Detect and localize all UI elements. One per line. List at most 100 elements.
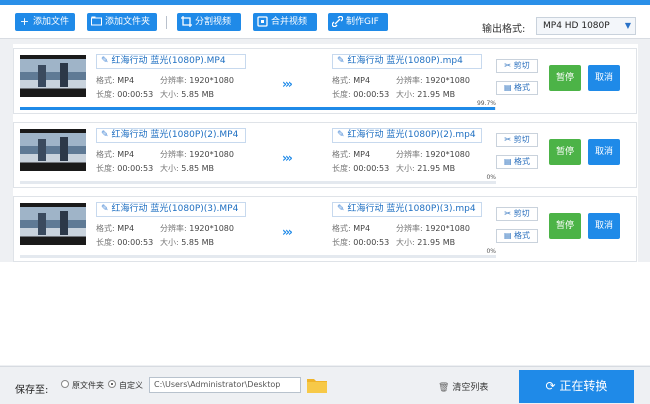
empty-list-area [0,262,650,365]
source-resolution: 分辨率: 1920*1080 [160,150,234,159]
source-filename[interactable]: ✎ 红海行动 蓝光(1080P)(3).MP4 [96,202,246,217]
video-thumbnail [20,55,86,97]
task-row: ✎ 红海行动 蓝光(1080P)(3).MP4 格式: MP4 分辨率: 1920… [13,196,637,262]
add-file-label: 添加文件 [33,17,70,27]
pause-button[interactable]: 暂停 [549,139,581,165]
pencil-icon: ✎ [101,130,109,140]
output-resolution: 分辨率: 1920*1080 [396,224,470,233]
video-thumbnail [20,203,86,245]
convert-arrow-icon: ››› [282,151,293,165]
output-duration: 长度: 00:00:53 [332,238,390,247]
pencil-icon: ✎ [101,56,109,66]
convert-button[interactable]: ⟳ 正在转换 [519,370,634,403]
refresh-icon: ⟳ [545,379,560,393]
output-filename[interactable]: ✎ 红海行动 蓝光(1080P)(2).mp4 [332,128,482,143]
cut-button[interactable]: ✂ 剪切 [496,59,538,73]
convert-arrow-icon: ››› [282,225,293,239]
open-folder-icon[interactable] [307,377,327,393]
output-filename[interactable]: ✎ 红海行动 蓝光(1080P)(3).mp4 [332,202,482,217]
custom-folder-radio[interactable] [108,380,116,388]
progress-percent: 99.7% [476,100,496,107]
cut-button[interactable]: ✂ 剪切 [496,133,538,147]
output-duration: 长度: 00:00:53 [332,90,390,99]
scissors-icon: ✂ [504,61,512,70]
add-folder-label: 添加文件夹 [105,17,151,27]
output-duration: 长度: 00:00:53 [332,164,390,173]
bottom-bar: 保存至: 原文件夹 自定义 C:\Users\Administrator\Des… [0,366,650,404]
source-format: 格式: MP4 [96,224,135,233]
format-button[interactable]: ▤ 格式 [496,229,538,243]
source-size: 大小: 5.85 MB [160,90,214,99]
task-list: ✎ 红海行动 蓝光(1080P).MP4 格式: MP4 分辨率: 1920*10… [13,44,638,262]
original-folder-label: 原文件夹 [72,381,104,390]
output-path-input[interactable]: C:\Users\Administrator\Desktop [149,377,301,393]
source-duration: 长度: 00:00:53 [96,90,154,99]
scissors-icon: ✂ [504,135,512,144]
merge-icon [257,16,268,28]
source-filename[interactable]: ✎ 红海行动 蓝光(1080P).MP4 [96,54,246,69]
add-file-button[interactable]: + 添加文件 [15,13,75,31]
pause-button[interactable]: 暂停 [549,213,581,239]
merge-video-button[interactable]: 合并视频 [253,13,317,31]
format-button[interactable]: ▤ 格式 [496,81,538,95]
save-to-label: 保存至: [15,385,49,396]
merge-video-label: 合并视频 [271,17,308,27]
output-size: 大小: 21.95 MB [396,238,456,247]
pencil-icon: ✎ [337,204,345,214]
output-format-label: 输出格式: [482,24,526,35]
cut-button[interactable]: ✂ 剪切 [496,207,538,221]
clear-list-button[interactable]: 🗑 清空列表 [438,380,488,393]
progress-bar [20,255,496,258]
output-filename[interactable]: ✎ 红海行动 蓝光(1080P).mp4 [332,54,482,69]
toolbar: + 添加文件 添加文件夹 分割视频 合并视频 制作GIF 输出格式: MP4 H… [0,5,650,39]
add-folder-button[interactable]: 添加文件夹 [87,13,157,31]
plus-icon: + [19,15,30,28]
output-format: 格式: MP4 [332,224,371,233]
cancel-button[interactable]: 取消 [588,213,620,239]
progress-percent: 0% [486,174,496,181]
source-resolution: 分辨率: 1920*1080 [160,224,234,233]
output-size: 大小: 21.95 MB [396,90,456,99]
source-filename[interactable]: ✎ 红海行动 蓝光(1080P)(2).MP4 [96,128,246,143]
pencil-icon: ✎ [101,204,109,214]
link-icon [331,15,344,28]
format-button[interactable]: ▤ 格式 [496,155,538,169]
source-size: 大小: 5.85 MB [160,164,214,173]
progress-fill [20,107,495,110]
folder-icon [91,16,102,28]
output-format-select[interactable]: MP4 HD 1080P ▼ [536,17,636,35]
source-format: 格式: MP4 [96,76,135,85]
output-format-value: MP4 HD 1080P [543,21,610,31]
chevron-down-icon: ▼ [624,21,631,30]
split-video-label: 分割视频 [195,17,232,27]
file-icon: ▤ [503,231,512,240]
toolbar-divider [166,16,167,29]
progress-bar [20,107,496,110]
output-size: 大小: 21.95 MB [396,164,456,173]
make-gif-label: 制作GIF [346,17,379,27]
task-row: ✎ 红海行动 蓝光(1080P)(2).MP4 格式: MP4 分辨率: 1920… [13,122,637,188]
split-video-button[interactable]: 分割视频 [177,13,241,31]
progress-percent: 0% [486,248,496,255]
video-thumbnail [20,129,86,171]
pencil-icon: ✎ [337,130,345,140]
pencil-icon: ✎ [337,56,345,66]
make-gif-button[interactable]: 制作GIF [328,13,388,31]
source-duration: 长度: 00:00:53 [96,164,154,173]
output-format: 格式: MP4 [332,150,371,159]
crop-icon [181,16,192,28]
cancel-button[interactable]: 取消 [588,65,620,91]
file-icon: ▤ [503,157,512,166]
progress-bar [20,181,496,184]
output-resolution: 分辨率: 1920*1080 [396,150,470,159]
scissors-icon: ✂ [504,209,512,218]
source-size: 大小: 5.85 MB [160,238,214,247]
convert-label: 正在转换 [559,379,608,393]
output-format: 格式: MP4 [332,76,371,85]
pause-button[interactable]: 暂停 [549,65,581,91]
trash-icon: 🗑 [438,383,450,393]
convert-arrow-icon: ››› [282,77,293,91]
source-resolution: 分辨率: 1920*1080 [160,76,234,85]
cancel-button[interactable]: 取消 [588,139,620,165]
original-folder-radio[interactable] [61,380,69,388]
